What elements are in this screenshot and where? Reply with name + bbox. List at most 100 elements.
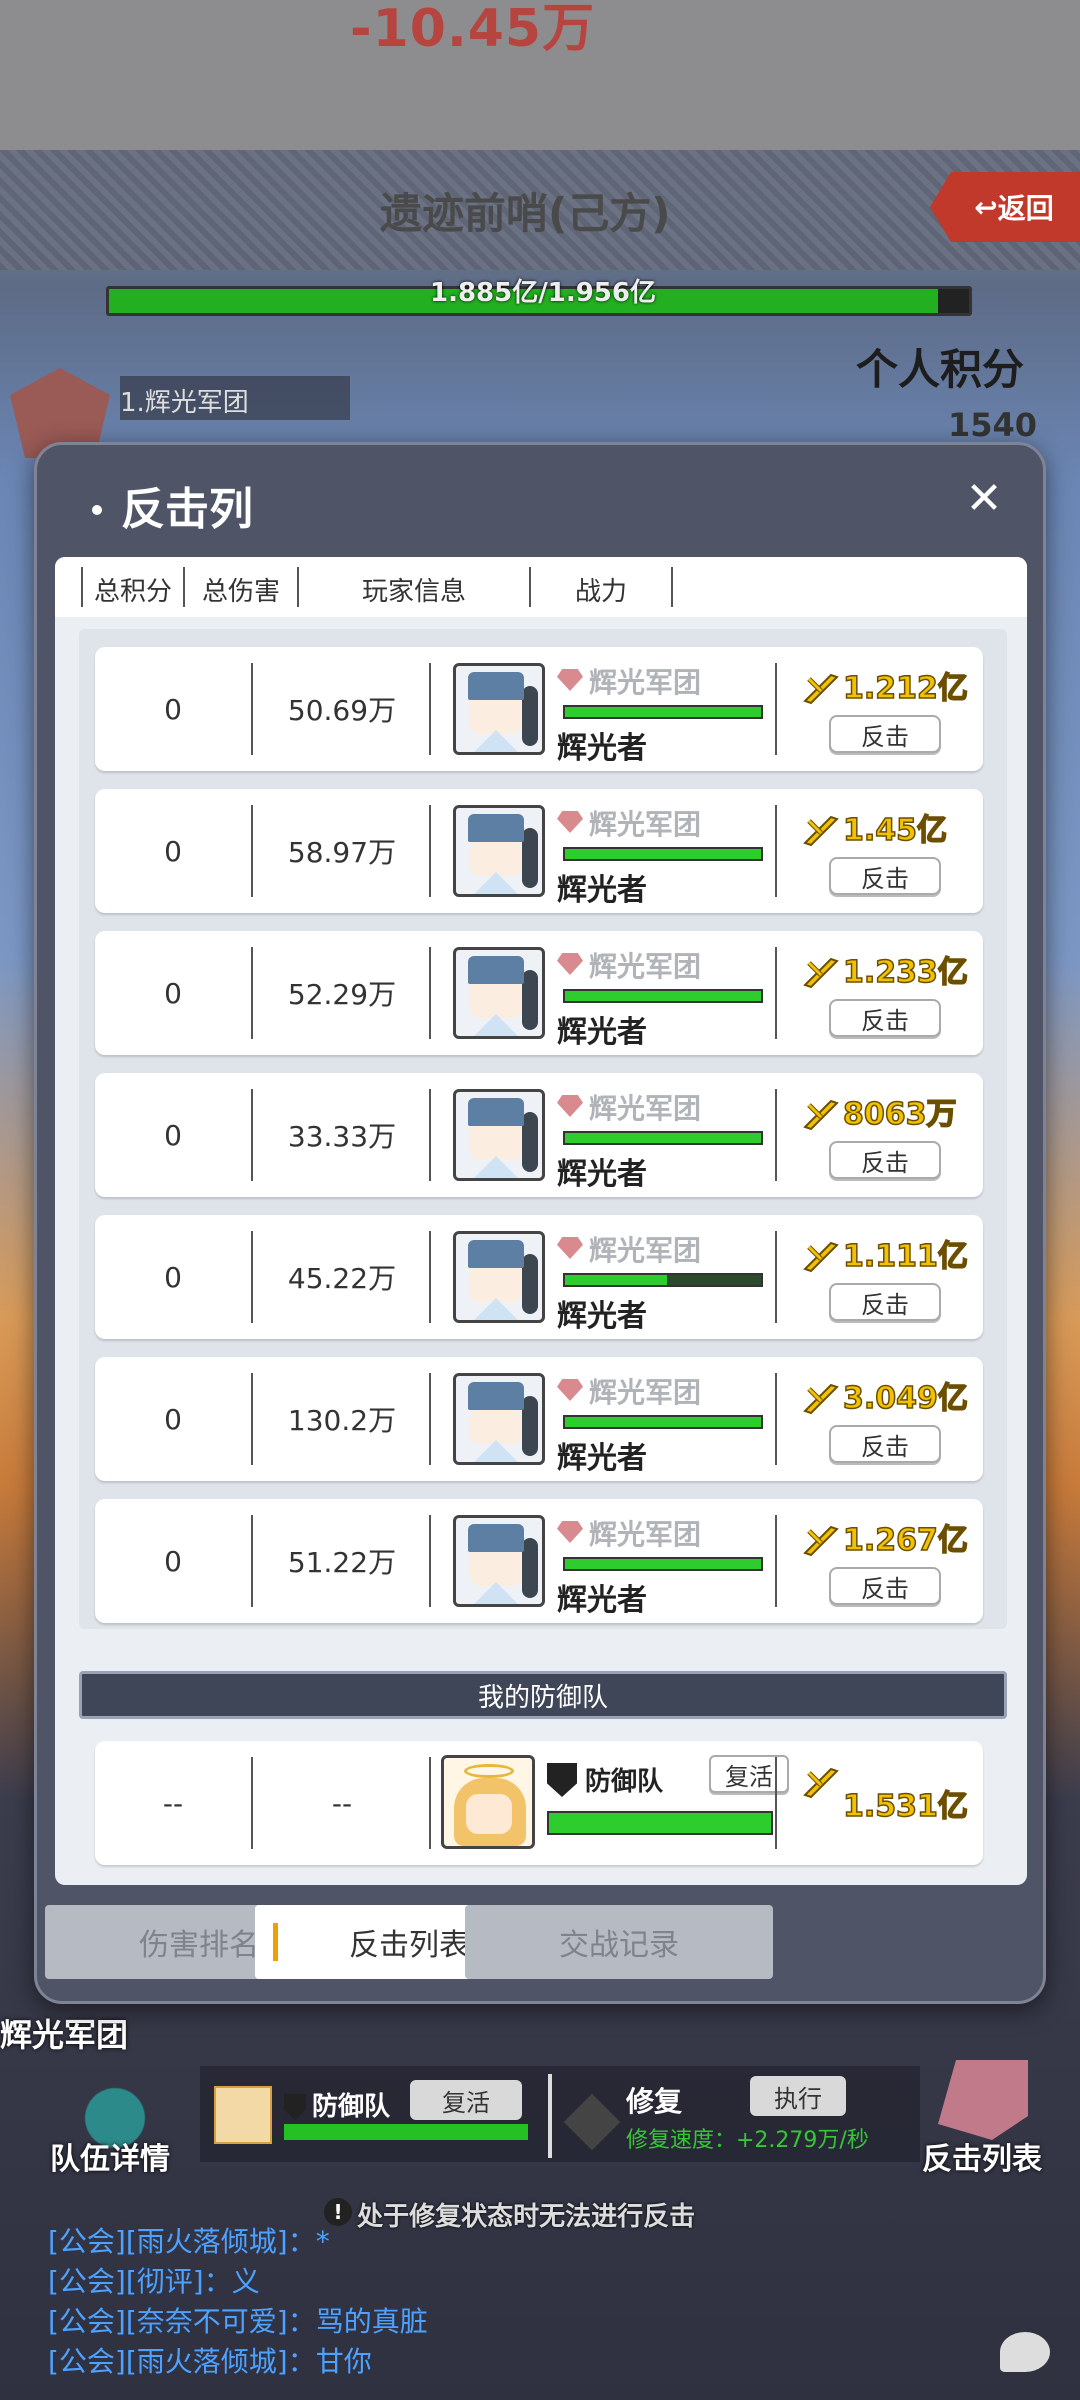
tab-label: 伤害排名 <box>139 1928 259 1963</box>
player-hp-fill <box>565 1275 667 1285</box>
guild-rank: 1.辉光军团 <box>120 376 350 420</box>
defense-damage: -- <box>331 1786 353 1820</box>
counter-attack-button[interactable]: 反击 <box>829 715 941 753</box>
row-divider <box>775 1231 777 1323</box>
counter-list-icon[interactable] <box>938 2060 1028 2140</box>
row-total-damage: 33.33万 <box>287 1120 397 1153</box>
defense-score: -- <box>162 1786 184 1820</box>
row-divider <box>775 663 777 755</box>
counter-attack-button[interactable]: 反击 <box>829 857 941 895</box>
row-divider <box>251 1089 253 1181</box>
player-avatar <box>453 1089 545 1181</box>
hud-defense-name: 防御队 <box>312 2092 391 2122</box>
header-divider <box>671 567 673 607</box>
repair-speed: 修复速度：+2.279万/秒 <box>626 2128 869 2153</box>
counter-attack-button[interactable]: 反击 <box>829 1425 941 1463</box>
player-hp-fill <box>565 707 761 717</box>
back-icon: ↩ <box>974 190 998 224</box>
player-hp-bar <box>563 1273 763 1287</box>
player-name: 辉光者 <box>557 1299 647 1334</box>
revive-button[interactable]: 复活 <box>709 1755 789 1793</box>
chat-bubble-icon[interactable] <box>1000 2332 1050 2372</box>
avatar-hair <box>522 1112 538 1172</box>
chat-line: [公会][雨火落倾城]：* <box>48 2225 330 2258</box>
player-hp-fill <box>565 1417 761 1427</box>
modal-title: 反击列 <box>121 484 253 535</box>
row-total-damage: 58.97万 <box>287 836 397 869</box>
counter-attack-button[interactable]: 反击 <box>829 999 941 1037</box>
player-guild: 辉光军团 <box>589 666 702 699</box>
power-swords-icon <box>803 673 839 705</box>
avatar-face <box>470 1404 522 1444</box>
counter-row: 0 50.69万 辉光军团辉光者 1.212亿反击 <box>95 647 983 771</box>
row-divider <box>429 947 431 1039</box>
row-divider <box>429 663 431 755</box>
row-divider <box>429 1231 431 1323</box>
power-swords-icon <box>803 1383 839 1415</box>
hud-hp-bar <box>284 2124 528 2140</box>
counter-list-button[interactable]: 反击列表 <box>922 2134 1042 2178</box>
row-divider <box>251 947 253 1039</box>
player-hp-fill <box>565 1133 761 1143</box>
row-divider <box>251 1515 253 1607</box>
stage-title: 遗迹前哨(己方) <box>380 189 671 238</box>
player-guild: 辉光军团 <box>589 808 702 841</box>
player-hp-bar <box>563 705 763 719</box>
row-divider <box>429 1757 431 1849</box>
row-divider <box>251 1231 253 1323</box>
execute-button[interactable]: 执行 <box>750 2076 846 2116</box>
player-name: 辉光者 <box>557 1015 647 1050</box>
row-divider <box>429 1373 431 1465</box>
player-avatar <box>453 663 545 755</box>
defense-power: 1.531亿 <box>842 1788 968 1825</box>
close-button[interactable]: ✕ <box>959 473 1009 524</box>
tab-label: 交战记录 <box>559 1928 679 1963</box>
avatar-hat <box>468 1240 524 1268</box>
row-divider <box>775 1515 777 1607</box>
counter-attack-button[interactable]: 反击 <box>829 1283 941 1321</box>
player-guild: 辉光军团 <box>589 950 702 983</box>
counter-attack-button[interactable]: 反击 <box>829 1567 941 1605</box>
player-power: 1.212亿 <box>842 670 968 707</box>
player-hp-fill <box>565 849 761 859</box>
defense-avatar <box>441 1755 535 1849</box>
player-power: 3.049亿 <box>842 1380 968 1417</box>
row-total-score: 0 <box>164 1544 182 1578</box>
player-power: 1.267亿 <box>842 1522 968 1559</box>
avatar-hat <box>468 956 524 984</box>
damage-popup: -10.45万 <box>350 0 596 59</box>
player-name: 辉光者 <box>557 731 647 766</box>
avatar-face <box>470 978 522 1018</box>
chat-line: [公会][雨火落倾城]：甘你 <box>48 2345 372 2378</box>
counter-list[interactable]: 0 50.69万 辉光军团 辉光者 1.212亿 反击 0 58.97万 辉光军团 辉光者 1.45… <box>79 629 1007 1629</box>
row-divider <box>251 663 253 755</box>
avatar-face <box>470 694 522 734</box>
player-hp-fill <box>565 991 761 1001</box>
team-detail-button[interactable]: 队伍详情 <box>50 2134 170 2178</box>
my-defense-banner: 我的防御队 <box>79 1671 1007 1719</box>
chat-line: [公会][彻评]：义 <box>48 2265 260 2298</box>
guild-gem-icon <box>557 1237 583 1259</box>
player-power: 8063万 <box>842 1096 957 1133</box>
avatar-hat <box>468 814 524 842</box>
hud-avatar <box>214 2086 272 2144</box>
row-total-damage: 50.69万 <box>287 694 397 727</box>
back-button[interactable]: ↩ 返回 <box>930 172 1080 242</box>
row-total-score: 0 <box>164 692 182 726</box>
counter-attack-button[interactable]: 反击 <box>829 1141 941 1179</box>
power-swords-icon <box>803 1099 839 1131</box>
hud-repair-label: 修复 <box>626 2085 683 2118</box>
row-divider <box>429 805 431 897</box>
defense-hp-bar <box>547 1811 773 1835</box>
row-total-damage: 52.29万 <box>287 978 397 1011</box>
counter-row: 0 51.22万 辉光军团 辉光者 1.267亿 反击 <box>95 1499 983 1623</box>
tab-battle-records[interactable]: 交战记录 <box>465 1905 773 1979</box>
header-divider <box>81 567 83 607</box>
power-swords-icon <box>803 815 839 847</box>
player-avatar <box>453 1373 545 1465</box>
player-power: 1.111亿 <box>842 1238 968 1275</box>
defense-hp-fill <box>549 1813 771 1833</box>
hud-revive-button[interactable]: 复活 <box>410 2080 522 2120</box>
shield-icon <box>547 1763 577 1797</box>
counter-attack-modal: 反击列 ✕ 总积分 总伤害 玩家信息 战力 0 50.69万 辉光军团 辉光者 1.21… <box>34 442 1046 2004</box>
